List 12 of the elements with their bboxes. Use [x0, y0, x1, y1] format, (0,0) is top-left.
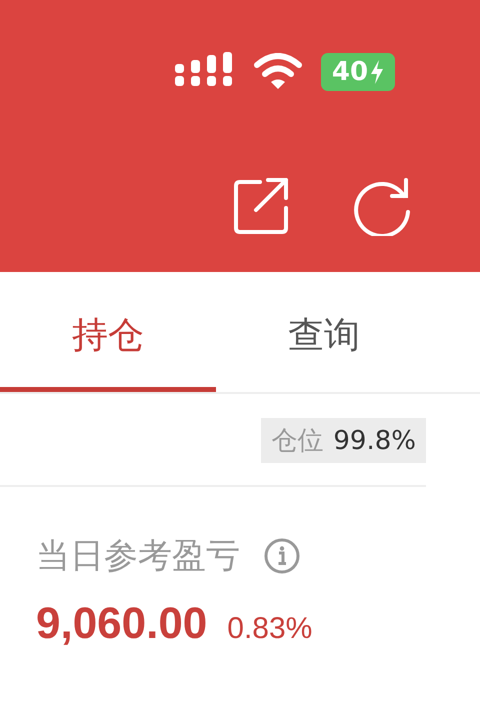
pnl-percent: 0.83%: [227, 612, 312, 646]
battery-icon: 40: [321, 53, 395, 91]
pnl-label: 当日参考盈亏: [36, 535, 240, 578]
position-value: 99.8%: [333, 426, 416, 456]
info-icon[interactable]: [264, 538, 300, 574]
wifi-icon: [253, 53, 303, 91]
tab[interactable]: 持仓: [0, 272, 216, 392]
share-icon[interactable]: [234, 178, 290, 234]
refresh-icon[interactable]: [354, 178, 412, 236]
position-label: 仓位: [271, 425, 324, 458]
tab[interactable]: 查询: [216, 272, 432, 392]
pnl-value: 9,060.00: [36, 599, 208, 649]
